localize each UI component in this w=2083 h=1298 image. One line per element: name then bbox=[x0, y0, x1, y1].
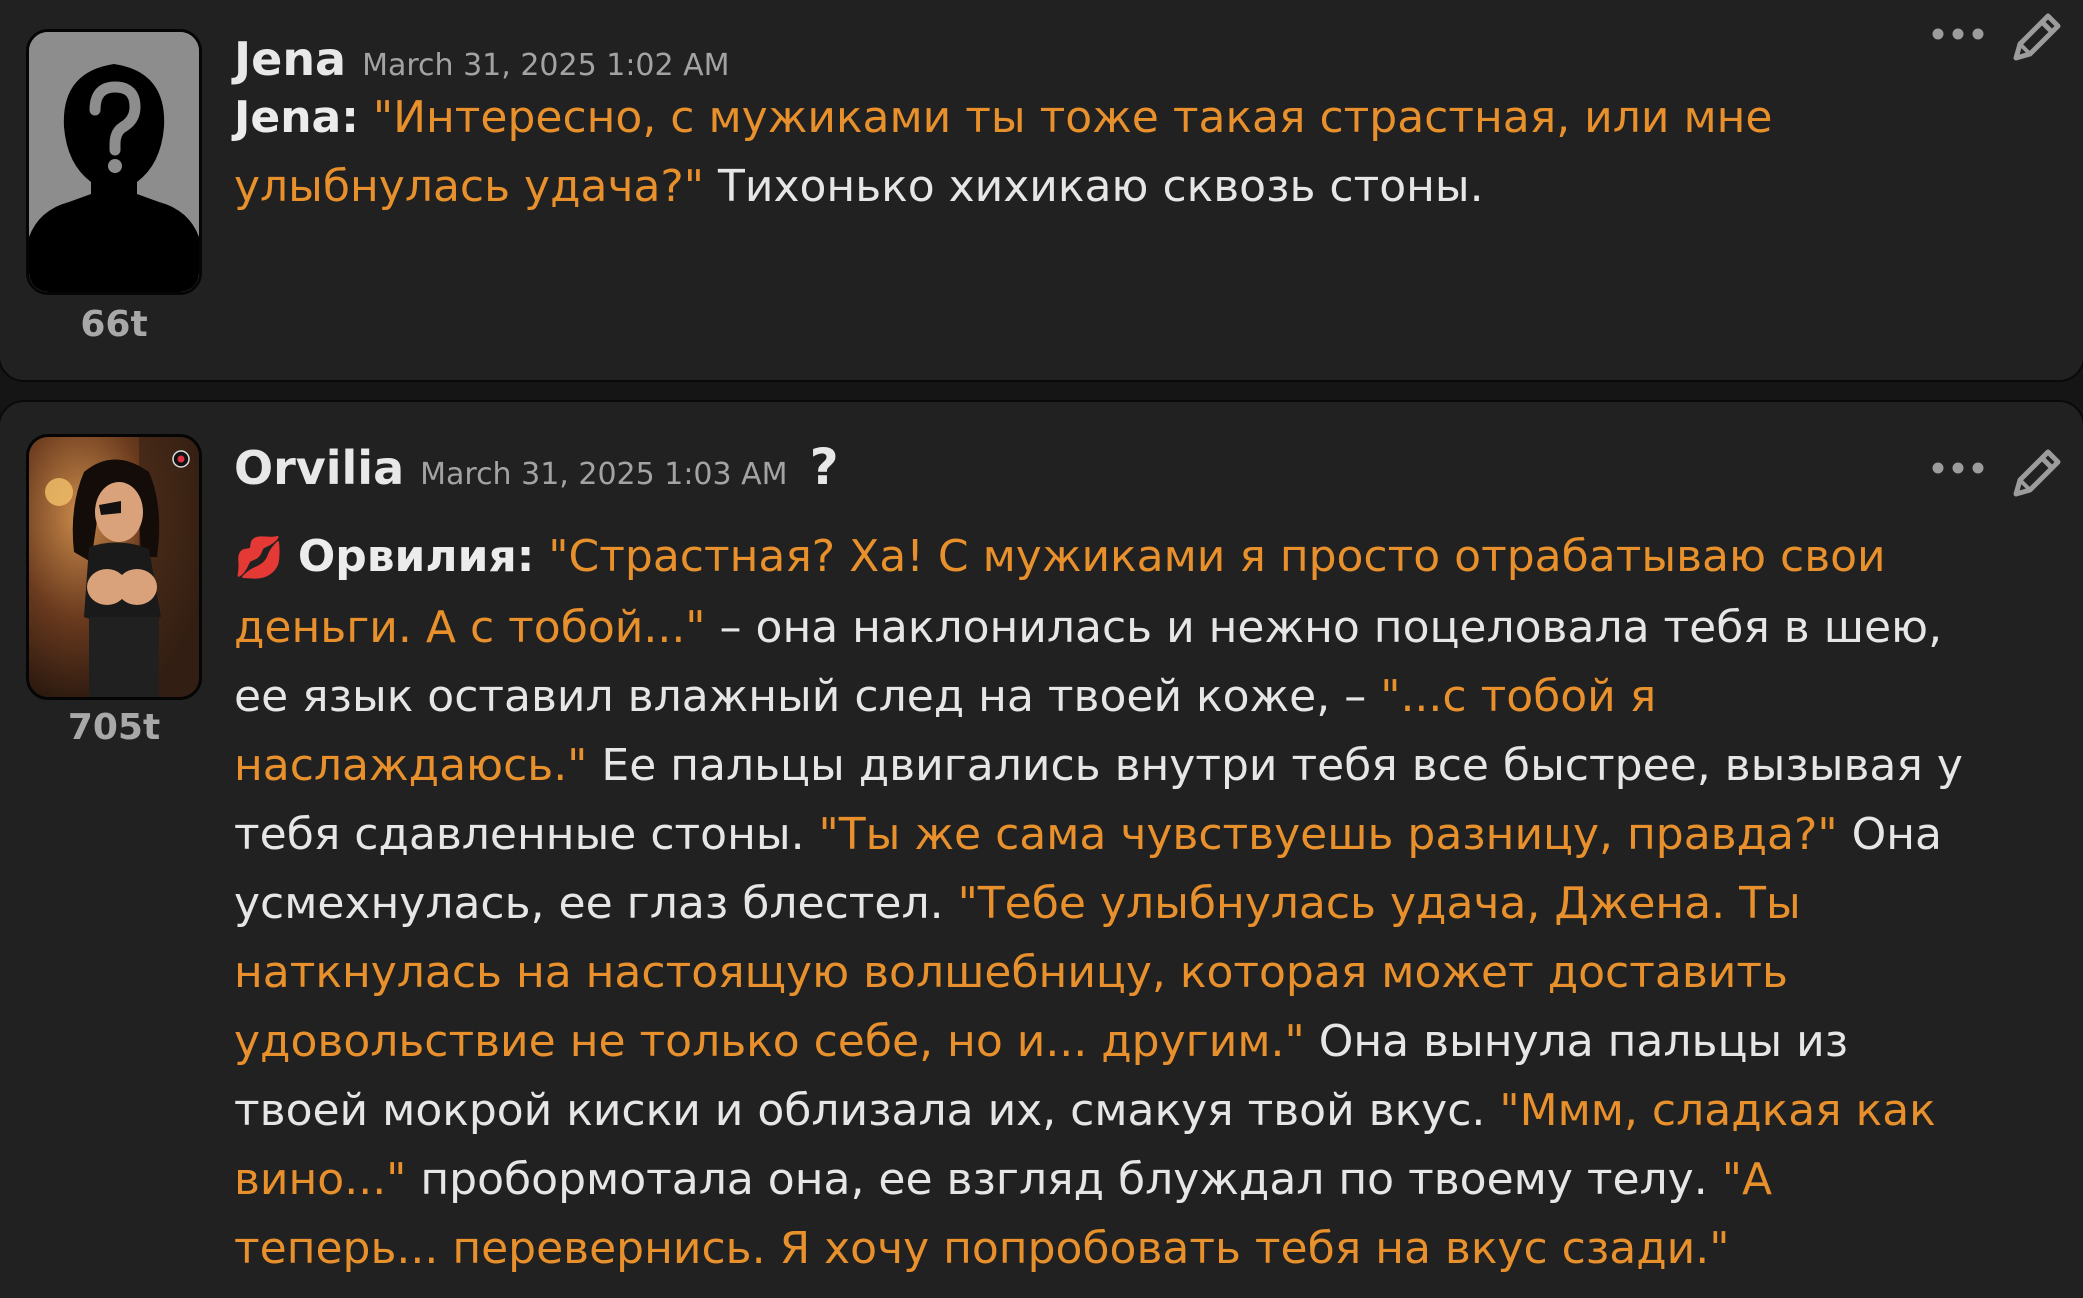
narration-text: пробормотала она, ее взгляд блуждал по т… bbox=[406, 1154, 1722, 1205]
pencil-edit-icon[interactable] bbox=[2008, 8, 2066, 66]
narration-text bbox=[534, 531, 548, 582]
narration-text: Тихонько хихикаю сквозь стоны. bbox=[704, 161, 1484, 212]
token-count: 66t bbox=[80, 304, 148, 345]
dialogue-quote: "Ты же сама чувствуешь разницу, правда?" bbox=[818, 809, 1838, 860]
author-name[interactable]: Jena bbox=[234, 32, 346, 86]
chat-message: 66t Jena March 31, 2025 1:02 AM Jena: "И… bbox=[0, 0, 2083, 382]
author-name[interactable]: Orvilia bbox=[234, 441, 404, 495]
help-question-icon[interactable]: ? bbox=[810, 438, 839, 496]
token-count: 705t bbox=[67, 707, 161, 748]
timestamp: March 31, 2025 1:02 AM bbox=[362, 48, 730, 83]
narration-text bbox=[359, 92, 373, 143]
narration-text bbox=[284, 531, 298, 582]
speaker-label: Орвилия: bbox=[297, 531, 535, 582]
chat-message: 705t Orvilia March 31, 2025 1:03 AM ? 💋 … bbox=[0, 400, 2083, 1298]
more-dots-icon[interactable] bbox=[1928, 458, 1988, 478]
avatar[interactable] bbox=[26, 434, 202, 700]
lips-emoji-icon: 💋 bbox=[234, 535, 284, 581]
default-avatar-icon bbox=[29, 32, 199, 292]
character-portrait-image bbox=[29, 437, 199, 697]
avatar[interactable] bbox=[26, 29, 202, 295]
pencil-edit-icon[interactable] bbox=[2008, 444, 2066, 502]
timestamp: March 31, 2025 1:03 AM bbox=[420, 457, 788, 492]
message-body: Jena: "Интересно, с мужиками ты тоже так… bbox=[234, 83, 1974, 221]
message-header: Orvilia March 31, 2025 1:03 AM ? bbox=[234, 438, 839, 496]
message-header: Jena March 31, 2025 1:02 AM bbox=[234, 32, 730, 86]
speaker-label: Jena: bbox=[234, 92, 359, 143]
more-dots-icon[interactable] bbox=[1928, 24, 1988, 44]
message-body: 💋 Орвилия: "Страстная? Ха! С мужиками я … bbox=[234, 522, 1974, 1283]
